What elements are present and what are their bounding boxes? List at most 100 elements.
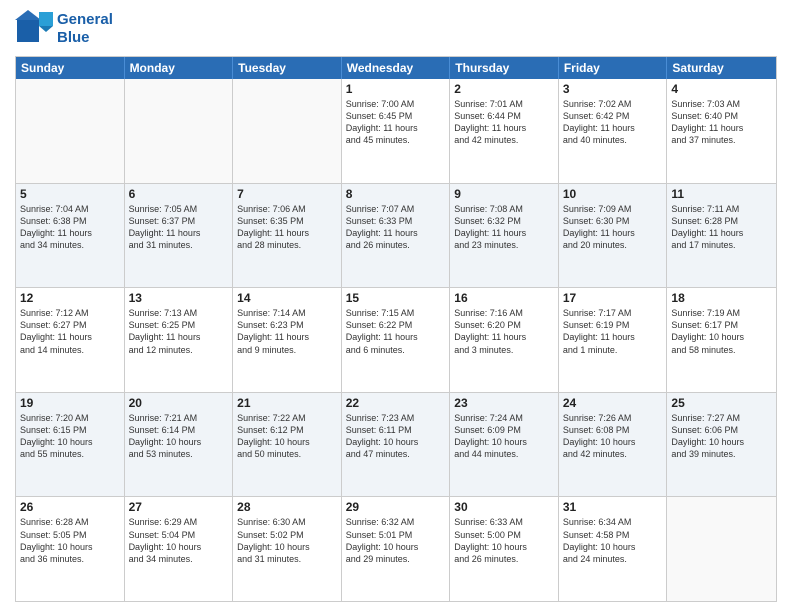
week-row: 1 Sunrise: 7:00 AM Sunset: 6:45 PM Daylig… — [16, 79, 776, 183]
logo-text-block: GeneralBlue — [57, 11, 113, 47]
cell-day-number: 17 — [563, 291, 663, 305]
logo-general: General — [57, 11, 113, 29]
cell-day-number: 18 — [671, 291, 772, 305]
calendar-cell: 27 Sunrise: 6:29 AM Sunset: 5:04 PM Dayli… — [125, 497, 234, 601]
cell-info: Sunrise: 7:13 AM Sunset: 6:25 PM Dayligh… — [129, 307, 229, 356]
calendar-cell: 30 Sunrise: 6:33 AM Sunset: 5:00 PM Dayli… — [450, 497, 559, 601]
cell-info: Sunrise: 6:29 AM Sunset: 5:04 PM Dayligh… — [129, 516, 229, 565]
calendar-cell: 31 Sunrise: 6:34 AM Sunset: 4:58 PM Dayli… — [559, 497, 668, 601]
day-header: Saturday — [667, 57, 776, 79]
cell-day-number: 1 — [346, 82, 446, 96]
calendar-cell: 23Sunrise: 7:24 AM Sunset: 6:09 PM Dayli… — [450, 393, 559, 497]
cell-day-number: 22 — [346, 396, 446, 410]
cell-day-number: 28 — [237, 500, 337, 514]
calendar-cell: 20Sunrise: 7:21 AM Sunset: 6:14 PM Dayli… — [125, 393, 234, 497]
cell-day-number: 21 — [237, 396, 337, 410]
calendar-cell: 28 Sunrise: 6:30 AM Sunset: 5:02 PM Dayli… — [233, 497, 342, 601]
calendar-cell: 9 Sunrise: 7:08 AM Sunset: 6:32 PM Daylig… — [450, 184, 559, 288]
cell-info: Sunrise: 7:14 AM Sunset: 6:23 PM Dayligh… — [237, 307, 337, 356]
week-row: 19Sunrise: 7:20 AM Sunset: 6:15 PM Dayli… — [16, 392, 776, 497]
calendar-cell: 11 Sunrise: 7:11 AM Sunset: 6:28 PM Dayli… — [667, 184, 776, 288]
calendar-cell: 24Sunrise: 7:26 AM Sunset: 6:08 PM Dayli… — [559, 393, 668, 497]
cell-info: Sunrise: 7:08 AM Sunset: 6:32 PM Dayligh… — [454, 203, 554, 252]
cell-info: Sunrise: 7:21 AM Sunset: 6:14 PM Dayligh… — [129, 412, 229, 461]
calendar-cell: 25 Sunrise: 7:27 AM Sunset: 6:06 PM Dayli… — [667, 393, 776, 497]
calendar-cell: 5 Sunrise: 7:04 AM Sunset: 6:38 PM Daylig… — [16, 184, 125, 288]
cell-day-number: 12 — [20, 291, 120, 305]
day-header: Friday — [559, 57, 668, 79]
cell-info: Sunrise: 7:07 AM Sunset: 6:33 PM Dayligh… — [346, 203, 446, 252]
cell-day-number: 25 — [671, 396, 772, 410]
cell-day-number: 3 — [563, 82, 663, 96]
calendar-cell — [125, 79, 234, 183]
day-header: Tuesday — [233, 57, 342, 79]
calendar-cell: 13 Sunrise: 7:13 AM Sunset: 6:25 PM Dayli… — [125, 288, 234, 392]
cell-day-number: 8 — [346, 187, 446, 201]
calendar-cell: 4Sunrise: 7:03 AM Sunset: 6:40 PM Daylig… — [667, 79, 776, 183]
cell-info: Sunrise: 7:27 AM Sunset: 6:06 PM Dayligh… — [671, 412, 772, 461]
cell-info: Sunrise: 7:15 AM Sunset: 6:22 PM Dayligh… — [346, 307, 446, 356]
day-header: Wednesday — [342, 57, 451, 79]
day-header: Monday — [125, 57, 234, 79]
calendar-cell: 10Sunrise: 7:09 AM Sunset: 6:30 PM Dayli… — [559, 184, 668, 288]
cell-info: Sunrise: 7:00 AM Sunset: 6:45 PM Dayligh… — [346, 98, 446, 147]
logo-blue: Blue — [57, 29, 113, 47]
cell-info: Sunrise: 6:32 AM Sunset: 5:01 PM Dayligh… — [346, 516, 446, 565]
cell-info: Sunrise: 6:28 AM Sunset: 5:05 PM Dayligh… — [20, 516, 120, 565]
cell-info: Sunrise: 7:04 AM Sunset: 6:38 PM Dayligh… — [20, 203, 120, 252]
cell-info: Sunrise: 6:33 AM Sunset: 5:00 PM Dayligh… — [454, 516, 554, 565]
calendar-cell: 3 Sunrise: 7:02 AM Sunset: 6:42 PM Daylig… — [559, 79, 668, 183]
cell-info: Sunrise: 7:06 AM Sunset: 6:35 PM Dayligh… — [237, 203, 337, 252]
cell-info: Sunrise: 7:23 AM Sunset: 6:11 PM Dayligh… — [346, 412, 446, 461]
calendar-cell: 2 Sunrise: 7:01 AM Sunset: 6:44 PM Daylig… — [450, 79, 559, 183]
cell-day-number: 30 — [454, 500, 554, 514]
cell-info: Sunrise: 7:22 AM Sunset: 6:12 PM Dayligh… — [237, 412, 337, 461]
cell-day-number: 29 — [346, 500, 446, 514]
week-row: 26 Sunrise: 6:28 AM Sunset: 5:05 PM Dayli… — [16, 496, 776, 601]
cell-day-number: 23 — [454, 396, 554, 410]
cell-info: Sunrise: 7:19 AM Sunset: 6:17 PM Dayligh… — [671, 307, 772, 356]
cell-day-number: 13 — [129, 291, 229, 305]
cell-info: Sunrise: 7:16 AM Sunset: 6:20 PM Dayligh… — [454, 307, 554, 356]
calendar-cell: 26 Sunrise: 6:28 AM Sunset: 5:05 PM Dayli… — [16, 497, 125, 601]
day-header: Thursday — [450, 57, 559, 79]
cell-info: Sunrise: 6:34 AM Sunset: 4:58 PM Dayligh… — [563, 516, 663, 565]
cell-info: Sunrise: 7:11 AM Sunset: 6:28 PM Dayligh… — [671, 203, 772, 252]
calendar-cell: 1 Sunrise: 7:00 AM Sunset: 6:45 PM Daylig… — [342, 79, 451, 183]
cell-day-number: 11 — [671, 187, 772, 201]
cell-day-number: 7 — [237, 187, 337, 201]
calendar-cell: 6Sunrise: 7:05 AM Sunset: 6:37 PM Daylig… — [125, 184, 234, 288]
calendar-cell: 29 Sunrise: 6:32 AM Sunset: 5:01 PM Dayli… — [342, 497, 451, 601]
cell-day-number: 15 — [346, 291, 446, 305]
cell-day-number: 9 — [454, 187, 554, 201]
logo-svg — [15, 10, 53, 48]
cell-info: Sunrise: 6:30 AM Sunset: 5:02 PM Dayligh… — [237, 516, 337, 565]
cell-day-number: 31 — [563, 500, 663, 514]
calendar-cell: 8 Sunrise: 7:07 AM Sunset: 6:33 PM Daylig… — [342, 184, 451, 288]
calendar-cell: 7 Sunrise: 7:06 AM Sunset: 6:35 PM Daylig… — [233, 184, 342, 288]
calendar-cell: 19Sunrise: 7:20 AM Sunset: 6:15 PM Dayli… — [16, 393, 125, 497]
cell-info: Sunrise: 7:03 AM Sunset: 6:40 PM Dayligh… — [671, 98, 772, 147]
cell-day-number: 27 — [129, 500, 229, 514]
weeks: 1 Sunrise: 7:00 AM Sunset: 6:45 PM Daylig… — [16, 79, 776, 601]
day-headers: SundayMondayTuesdayWednesdayThursdayFrid… — [16, 57, 776, 79]
cell-info: Sunrise: 7:01 AM Sunset: 6:44 PM Dayligh… — [454, 98, 554, 147]
cell-day-number: 2 — [454, 82, 554, 96]
calendar-cell: 22 Sunrise: 7:23 AM Sunset: 6:11 PM Dayli… — [342, 393, 451, 497]
calendar-cell: 14Sunrise: 7:14 AM Sunset: 6:23 PM Dayli… — [233, 288, 342, 392]
cell-day-number: 16 — [454, 291, 554, 305]
calendar-cell — [233, 79, 342, 183]
cell-info: Sunrise: 7:02 AM Sunset: 6:42 PM Dayligh… — [563, 98, 663, 147]
calendar-cell: 15 Sunrise: 7:15 AM Sunset: 6:22 PM Dayli… — [342, 288, 451, 392]
cell-day-number: 26 — [20, 500, 120, 514]
cell-info: Sunrise: 7:12 AM Sunset: 6:27 PM Dayligh… — [20, 307, 120, 356]
page: GeneralBlue SundayMondayTuesdayWednesday… — [0, 0, 792, 612]
cell-info: Sunrise: 7:05 AM Sunset: 6:37 PM Dayligh… — [129, 203, 229, 252]
week-row: 5 Sunrise: 7:04 AM Sunset: 6:38 PM Daylig… — [16, 183, 776, 288]
cell-day-number: 5 — [20, 187, 120, 201]
calendar-cell — [667, 497, 776, 601]
calendar-cell: 18 Sunrise: 7:19 AM Sunset: 6:17 PM Dayli… — [667, 288, 776, 392]
calendar-cell: 21 Sunrise: 7:22 AM Sunset: 6:12 PM Dayli… — [233, 393, 342, 497]
cell-day-number: 10 — [563, 187, 663, 201]
calendar-cell: 12 Sunrise: 7:12 AM Sunset: 6:27 PM Dayli… — [16, 288, 125, 392]
